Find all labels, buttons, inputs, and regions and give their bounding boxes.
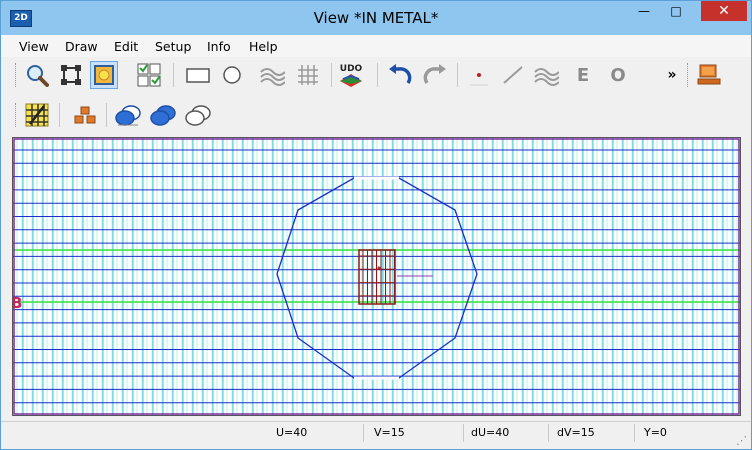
menu-edit[interactable]: Edit [114, 39, 138, 54]
redo-arrow-icon [423, 64, 446, 84]
status-divider [634, 424, 635, 442]
status-dv: dV=15 [557, 426, 595, 439]
e-button[interactable]: E [569, 61, 597, 89]
draw-wave-button[interactable] [258, 61, 286, 89]
resize-grip-icon[interactable]: ⋰ [736, 434, 747, 447]
toolbar-separator [331, 63, 332, 87]
toolbar-grip[interactable] [15, 103, 19, 127]
metal-block[interactable] [358, 249, 396, 305]
undo-arrow-icon [389, 64, 412, 84]
undo-button[interactable] [386, 61, 414, 89]
toolbar-grip[interactable] [15, 63, 19, 87]
checkbox-grid-icon [137, 63, 161, 87]
status-divider [548, 424, 549, 442]
magnifier-icon [27, 65, 49, 87]
subtract-button[interactable] [184, 101, 212, 129]
computer-button[interactable] [695, 61, 723, 89]
circle-icon [223, 66, 241, 84]
maximize-button[interactable]: □ [661, 1, 691, 21]
stacked-blocks-icon [74, 106, 96, 124]
overlap-intersect-icon [150, 105, 176, 126]
grid-drawing[interactable]: B [11, 138, 740, 415]
draw-grid-button[interactable] [294, 61, 322, 89]
menu-setup[interactable]: Setup [155, 39, 191, 54]
axis-label-b: B [13, 294, 22, 312]
e-label: E [576, 64, 590, 86]
status-du: dU=40 [471, 426, 510, 439]
overlap-union-icon [115, 105, 141, 126]
draw-rectangle-button[interactable] [184, 61, 212, 89]
toolbar-separator [457, 63, 458, 87]
toolbar-separator [377, 63, 378, 87]
union-button[interactable] [114, 101, 142, 129]
frame-view-icon [94, 65, 114, 85]
toolbar-separator [173, 63, 174, 87]
udo-button[interactable]: UDO [337, 61, 365, 89]
rectangle-icon [186, 68, 210, 83]
redo-button[interactable] [421, 61, 449, 89]
menu-info[interactable]: Info [207, 39, 231, 54]
status-u: U=40 [276, 426, 308, 439]
wave-icon [534, 68, 559, 86]
main-toolbar: UDO E O » [1, 57, 751, 91]
status-bar: U=40 V=15 dU=40 dV=15 Y=0 ⋰ [1, 421, 751, 449]
toolbar-separator [106, 103, 107, 127]
app-window: 2D View *IN METAL* — □ ✕ View Draw Edit … [0, 0, 752, 450]
draw-line-button[interactable] [499, 61, 527, 89]
computer-icon [697, 64, 721, 85]
overflow-chevron-icon: » [667, 67, 677, 83]
view-mode-button[interactable] [90, 61, 118, 89]
zoom-button[interactable] [23, 61, 51, 89]
drawing-canvas[interactable]: B [11, 137, 741, 416]
stack-blocks-button[interactable] [71, 101, 99, 129]
menu-view[interactable]: View [19, 39, 49, 54]
line-icon [503, 66, 523, 84]
wave-icon [260, 68, 285, 86]
point-icon [470, 73, 488, 86]
title-bar[interactable]: 2D View *IN METAL* — □ ✕ [1, 1, 751, 35]
hatch-grid-icon [298, 65, 318, 85]
udo-book-icon: UDO [340, 64, 363, 87]
o-button[interactable]: O [604, 61, 632, 89]
status-y: Y=0 [644, 426, 667, 439]
secondary-toolbar [1, 97, 751, 131]
status-divider [463, 424, 464, 442]
udo-label: UDO [340, 64, 363, 74]
draw-circle-button[interactable] [218, 61, 246, 89]
status-divider [363, 424, 364, 442]
draw-multiwave-button[interactable] [532, 61, 560, 89]
block-center-point [377, 266, 381, 270]
intersect-button[interactable] [149, 101, 177, 129]
layout-grid-button[interactable] [135, 61, 163, 89]
fit-frame-icon [61, 65, 81, 85]
menu-bar: View Draw Edit Setup Info Help [1, 35, 751, 57]
toolbar-separator [59, 103, 60, 127]
minimize-button[interactable]: — [629, 1, 659, 21]
toolbar-grip[interactable] [687, 63, 691, 87]
toolbar-overflow-button[interactable]: » [663, 61, 681, 89]
close-button[interactable]: ✕ [701, 1, 747, 21]
o-label: O [610, 64, 626, 86]
menu-help[interactable]: Help [249, 39, 278, 54]
menu-draw[interactable]: Draw [65, 39, 98, 54]
grid-lock-icon [25, 103, 49, 127]
overlap-subtract-icon [185, 105, 211, 126]
status-v: V=15 [374, 426, 405, 439]
grid-settings-button[interactable] [23, 101, 51, 129]
zoom-extents-button[interactable] [57, 61, 85, 89]
draw-point-button[interactable] [465, 61, 493, 89]
